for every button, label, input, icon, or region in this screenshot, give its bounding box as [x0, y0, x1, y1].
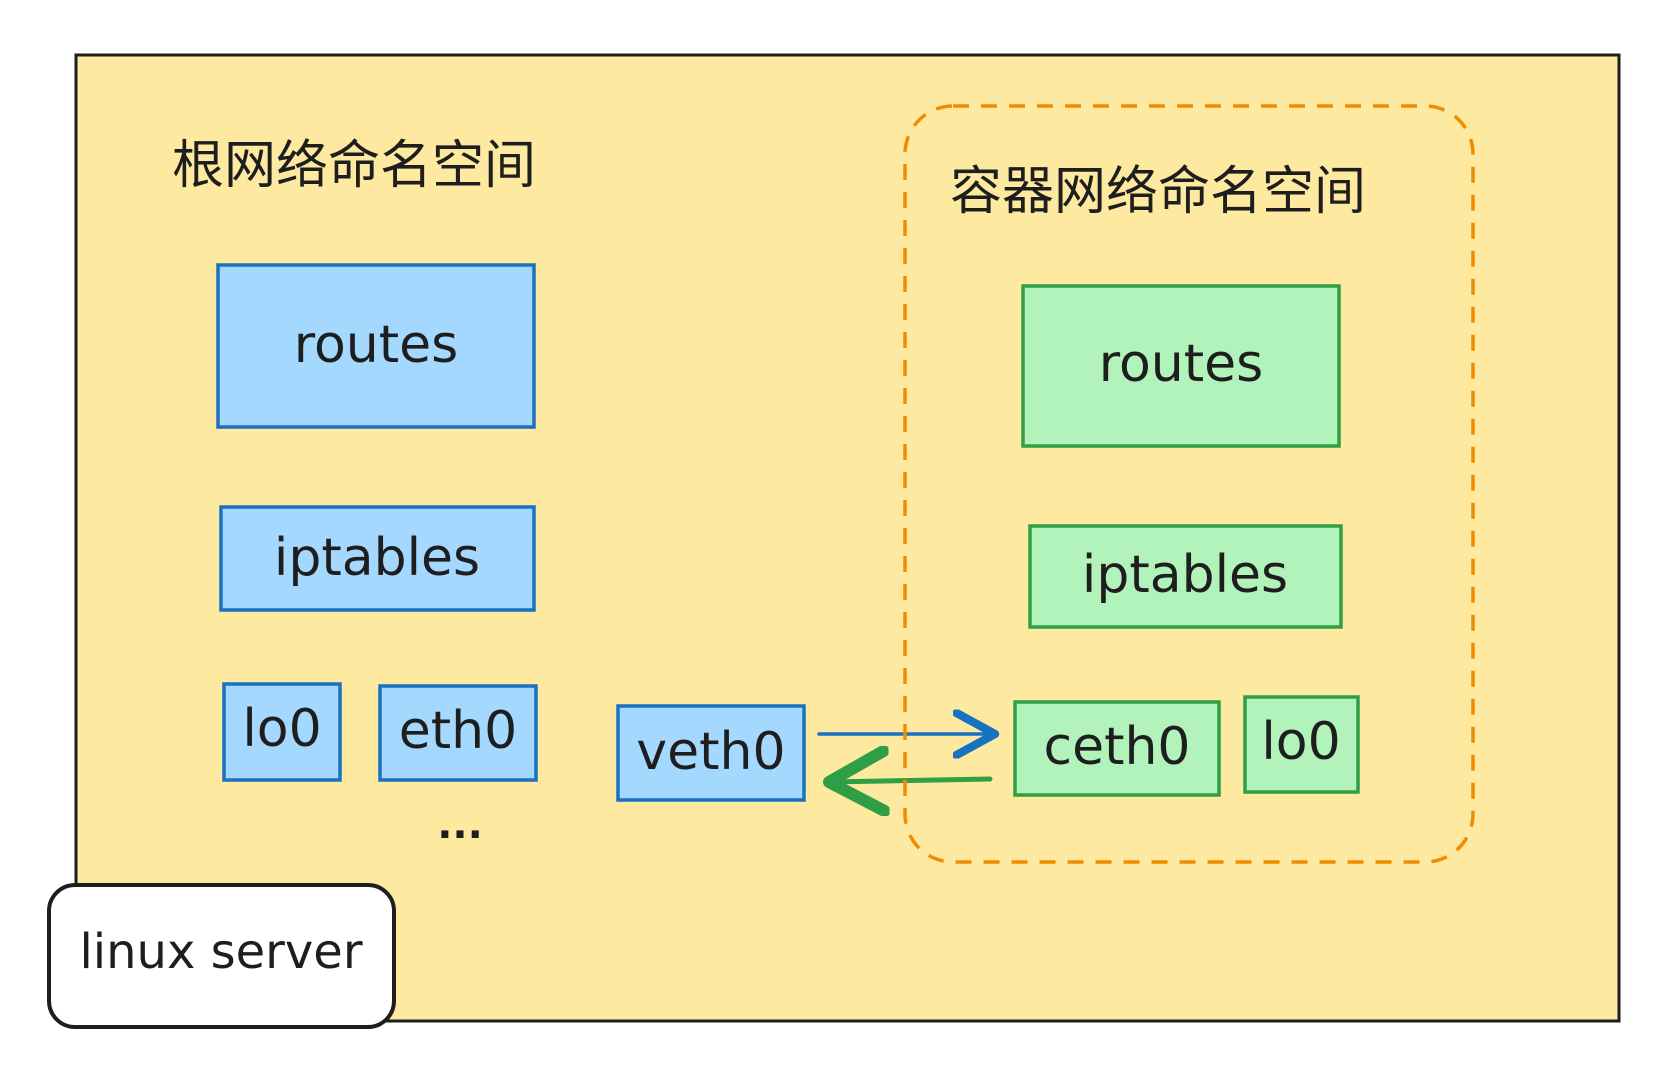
container-iptables-label: iptables [1082, 545, 1288, 605]
container-lo-label: lo0 [1261, 712, 1340, 772]
root-namespace-title: 根网络命名空间 [172, 136, 536, 196]
root-routes-label: routes [294, 315, 458, 375]
container-ceth-label: ceth0 [1043, 717, 1190, 777]
ceth-to-veth-arrow [829, 779, 993, 782]
container-routes-label: routes [1099, 334, 1263, 394]
root-iptables-label: iptables [274, 528, 480, 588]
root-lo-label: lo0 [242, 699, 321, 759]
linux-server-label: linux server [79, 924, 362, 980]
more-interfaces-ellipsis: ... [437, 802, 483, 848]
container-namespace-title: 容器网络命名空间 [950, 162, 1366, 222]
veth-label: veth0 [636, 722, 785, 782]
root-eth-label: eth0 [399, 701, 517, 761]
network-namespace-diagram: 根网络命名空间 routes iptables lo0 eth0 ... vet… [47, 53, 1621, 1029]
